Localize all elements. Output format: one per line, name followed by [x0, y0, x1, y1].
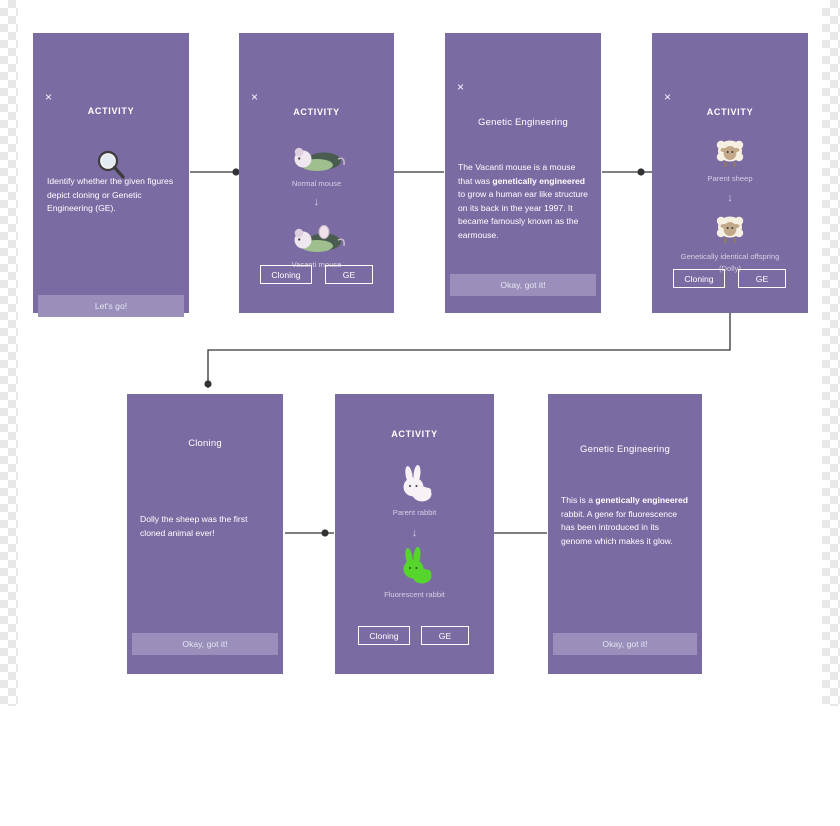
card-title: Genetic Engineering — [478, 117, 568, 128]
mouse-answer-body-text: The Vacanti mouse is a mouse that was ge… — [458, 161, 590, 242]
ge-choice-button[interactable]: GE — [738, 269, 786, 288]
close-icon[interactable]: × — [251, 91, 258, 103]
diagram-canvas: × ACTIVITY Identify whether the given fi… — [0, 0, 840, 825]
close-icon[interactable]: × — [45, 91, 52, 103]
rabbit-answer-body-text: This is a genetically engineered rabbit.… — [561, 494, 691, 548]
parent-sheep-icon — [652, 137, 808, 169]
clone-sheep-icon — [652, 213, 808, 245]
text-part-bold: genetically engineered — [595, 495, 689, 505]
okay-got-it-button[interactable]: Okay, got it! — [132, 633, 278, 655]
close-icon[interactable]: × — [457, 81, 464, 93]
cloning-choice-button[interactable]: Cloning — [673, 269, 725, 288]
card-title: ACTIVITY — [87, 106, 135, 116]
close-icon[interactable]: × — [139, 803, 146, 815]
transparency-checkerboard-right — [822, 0, 840, 706]
ge-choice-button[interactable]: GE — [325, 265, 373, 284]
okay-got-it-button[interactable]: Okay, got it! — [450, 274, 596, 296]
vacanti-mouse-icon — [239, 221, 394, 255]
close-icon[interactable]: × — [348, 813, 355, 825]
card-title: ACTIVITY — [391, 429, 438, 439]
okay-got-it-button[interactable]: Okay, got it! — [553, 633, 697, 655]
card-intro: × ACTIVITY Identify whether the given fi… — [33, 33, 189, 317]
lets-go-button[interactable]: Let's go! — [38, 295, 184, 317]
text-part: rabbit. A gene for fluorescence has been… — [561, 508, 678, 546]
card-title: Cloning — [188, 438, 222, 449]
normal-mouse-icon — [239, 141, 394, 175]
transparency-checkerboard-left — [0, 0, 18, 706]
ge-choice-button[interactable]: GE — [421, 626, 469, 645]
cloning-choice-button[interactable]: Cloning — [260, 265, 312, 284]
caption-parent-rabbit: Parent rabbit — [392, 508, 437, 517]
parent-rabbit-icon — [335, 464, 494, 504]
card-mouse-answer: × Genetic Engineering The Vacanti mouse … — [445, 33, 601, 313]
fluorescent-rabbit-icon — [335, 546, 494, 586]
card-title: ACTIVITY — [293, 107, 340, 117]
sheep-answer-body-text: Dolly the sheep was the first cloned ani… — [140, 514, 248, 538]
text-part: This is a — [561, 495, 596, 505]
caption-parent-sheep: Parent sheep — [707, 174, 753, 183]
close-icon[interactable]: × — [664, 91, 671, 103]
text-part-bold: genetically engineered — [492, 175, 586, 186]
flow-arrow-icon: ↓ — [727, 192, 733, 204]
text-part: to grow a human ear like structure on it… — [458, 189, 588, 240]
cloning-choice-button[interactable]: Cloning — [358, 626, 410, 645]
card-sheep-activity: × ACTIVITY Parent sheep ↓ Genetically id… — [652, 33, 808, 313]
card-mouse-activity: × ACTIVITY Normal mouse ↓ Vacanti mouse … — [239, 33, 394, 313]
card-title: ACTIVITY — [706, 107, 754, 117]
flow-arrow-icon: ↓ — [313, 196, 320, 208]
flow-arrow-icon: ↓ — [411, 527, 418, 539]
intro-body-text: Identify whether the given figures depic… — [47, 176, 174, 213]
card-sheep-answer: × Cloning Dolly the sheep was the first … — [127, 394, 283, 815]
card-rabbit-activity: × ACTIVITY Parent rabbit ↓ Fluorescent r… — [335, 394, 494, 825]
close-icon[interactable]: × — [560, 803, 567, 815]
caption-fluorescent-rabbit: Fluorescent rabbit — [384, 590, 445, 599]
card-title: Genetic Engineering — [580, 444, 670, 455]
card-rabbit-answer: × Genetic Engineering This is a genetica… — [548, 394, 702, 815]
caption-normal-mouse: Normal mouse — [291, 179, 342, 188]
